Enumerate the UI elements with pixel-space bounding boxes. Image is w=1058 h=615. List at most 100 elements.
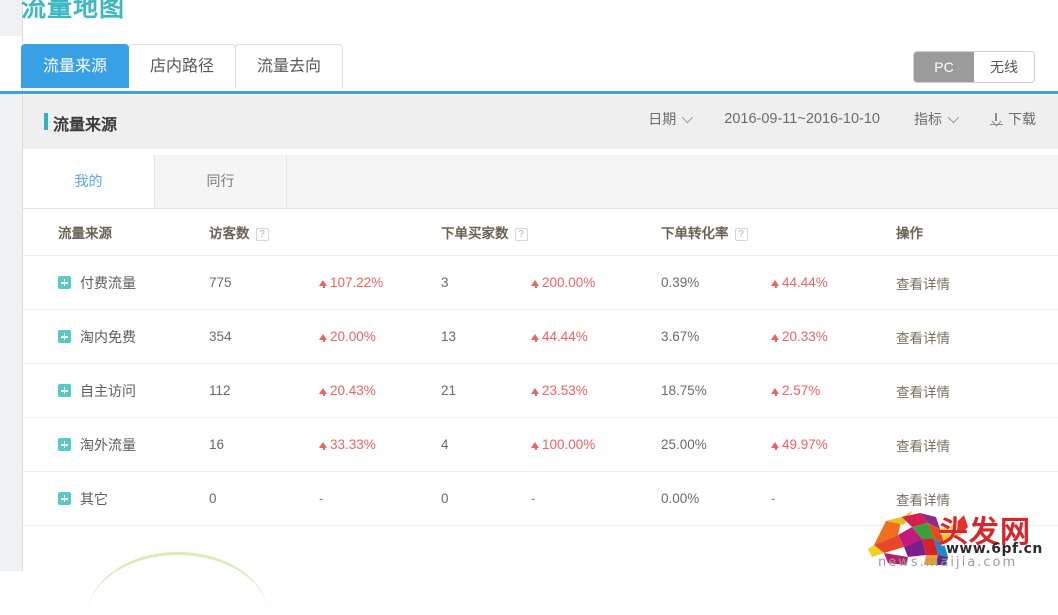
trend-up: 49.97% (771, 437, 828, 452)
col-header-buyers-label: 下单买家数 (441, 226, 509, 241)
trend-up: 20.00% (319, 329, 376, 344)
sub-tab-filler (287, 155, 1058, 208)
help-icon[interactable]: ? (256, 228, 269, 241)
table-row: 付费流量 775 107.22% 3 200.00% 0.39% 44.44% … (23, 256, 1058, 310)
conversion-change-value: 2.57% (782, 383, 820, 398)
cell-buyers-change: 200.00% (531, 275, 661, 290)
cell-conversion-change: 44.44% (771, 275, 896, 290)
trend-up: 33.33% (319, 437, 376, 452)
expand-plus-icon[interactable] (58, 276, 71, 289)
device-toggle-pc[interactable]: PC (914, 52, 974, 82)
device-toggle: PC 无线 (913, 51, 1035, 83)
cell-source: 淘内免费 (23, 327, 209, 347)
source-label: 淘内免费 (80, 327, 136, 347)
tab-underline (0, 91, 1058, 94)
source-label: 其它 (80, 489, 108, 509)
metric-filter[interactable]: 指标 (914, 109, 956, 129)
trend-up: 20.43% (319, 383, 376, 398)
chevron-down-icon (948, 112, 959, 123)
panel-header-band: 流量来源 日期 2016-09-11~2016-10-10 指标 下载 (23, 95, 1058, 149)
buyers-change-value: 44.44% (542, 329, 588, 344)
cell-buyers: 0 (441, 491, 531, 506)
source-label: 自主访问 (80, 381, 136, 401)
cell-source: 淘外流量 (23, 435, 209, 455)
table-row: 自主访问 112 20.43% 21 23.53% 18.75% 2.57% 查… (23, 364, 1058, 418)
cell-conversion: 3.67% (661, 329, 771, 344)
cell-conversion-change: 20.33% (771, 329, 896, 344)
subtab-peers[interactable]: 同行 (155, 155, 287, 208)
trend-up: 44.44% (771, 275, 828, 290)
source-label: 付费流量 (80, 273, 136, 293)
cell-buyers-change: 44.44% (531, 329, 661, 344)
subtab-mine[interactable]: 我的 (23, 155, 155, 208)
cell-visitors: 775 (209, 275, 319, 290)
date-filter[interactable]: 日期 (648, 109, 690, 129)
sub-tab-bar: 我的 同行 (23, 155, 1058, 209)
trend-up: 100.00% (531, 437, 595, 452)
cell-buyers-change: - (531, 491, 661, 506)
cell-source: 自主访问 (23, 381, 209, 401)
cell-buyers: 21 (441, 383, 531, 398)
chevron-down-icon (682, 112, 693, 123)
cell-conversion: 25.00% (661, 437, 771, 452)
page-title: 流量地图 (21, 0, 125, 24)
panel-controls: 日期 2016-09-11~2016-10-10 指标 下载 (614, 109, 1036, 129)
trend-up: 200.00% (531, 275, 595, 290)
date-range-value: 2016-09-11~2016-10-10 (724, 111, 880, 127)
view-detail-link[interactable]: 查看详情 (896, 327, 1058, 347)
date-range[interactable]: 2016-09-11~2016-10-10 (724, 111, 880, 127)
visitors-change-value: 20.00% (330, 329, 376, 344)
cell-visitors-change: - (319, 491, 441, 506)
traffic-source-table: 流量来源 访客数? 下单买家数? 下单转化率? 操作 付费流量 775 (23, 209, 1058, 526)
source-label: 淘外流量 (80, 435, 136, 455)
table-header-row: 流量来源 访客数? 下单买家数? 下单转化率? 操作 (23, 209, 1058, 256)
table-row: 淘外流量 16 33.33% 4 100.00% 25.00% 49.97% 查… (23, 418, 1058, 472)
buyers-change-value: 200.00% (542, 275, 595, 290)
cell-visitors-change: 107.22% (319, 275, 441, 290)
visitors-change-value: 33.33% (330, 437, 376, 452)
view-detail-link[interactable]: 查看详情 (896, 381, 1058, 401)
tab-in-store-path[interactable]: 店内路径 (128, 44, 236, 88)
cell-visitors-change: 20.00% (319, 329, 441, 344)
expand-plus-icon[interactable] (58, 438, 71, 451)
view-detail-link[interactable]: 查看详情 (896, 273, 1058, 293)
watermark: 头发网 www.6pf.cn news.maijia.com (868, 503, 1058, 571)
cell-buyers-change: 23.53% (531, 383, 661, 398)
expand-plus-icon[interactable] (58, 492, 71, 505)
download-icon (990, 113, 1003, 126)
cell-buyers: 13 (441, 329, 531, 344)
view-detail-link[interactable]: 查看详情 (896, 435, 1058, 455)
metric-filter-label: 指标 (914, 109, 942, 129)
cell-conversion: 0.00% (661, 491, 771, 506)
expand-plus-icon[interactable] (58, 330, 71, 343)
cell-buyers-change: 100.00% (531, 437, 661, 452)
col-header-source: 流量来源 (23, 222, 209, 242)
conversion-change-value: 44.44% (782, 275, 828, 290)
device-toggle-wireless[interactable]: 无线 (974, 52, 1034, 82)
conversion-change-value: 20.33% (782, 329, 828, 344)
col-header-conversion-label: 下单转化率 (661, 226, 729, 241)
cell-conversion: 0.39% (661, 275, 771, 290)
help-icon[interactable]: ? (735, 228, 748, 241)
col-header-visitors-label: 访客数 (209, 226, 250, 241)
cell-visitors: 354 (209, 329, 319, 344)
visitors-change-value: 107.22% (330, 275, 383, 290)
col-header-buyers: 下单买家数? (441, 222, 531, 242)
watermark-site: news.maijia.com (878, 555, 1017, 570)
tab-traffic-source[interactable]: 流量来源 (21, 44, 129, 88)
help-icon[interactable]: ? (515, 228, 528, 241)
tab-traffic-destination[interactable]: 流量去向 (235, 44, 343, 88)
cell-source: 付费流量 (23, 273, 209, 293)
col-header-conversion: 下单转化率? (661, 222, 771, 242)
cell-buyers: 3 (441, 275, 531, 290)
panel-title: 流量来源 (44, 111, 117, 135)
buyers-change-value: 100.00% (542, 437, 595, 452)
cell-visitors: 112 (209, 383, 319, 398)
expand-plus-icon[interactable] (58, 384, 71, 397)
app-root: 流量地图 流量来源 店内路径 流量去向 PC 无线 流量来源 日期 2016-0… (0, 0, 1058, 571)
cell-conversion-change: 2.57% (771, 383, 896, 398)
download-button[interactable]: 下载 (990, 109, 1036, 129)
cell-conversion: 18.75% (661, 383, 771, 398)
trend-up: 2.57% (771, 383, 820, 398)
table-row: 淘内免费 354 20.00% 13 44.44% 3.67% 20.33% 查… (23, 310, 1058, 364)
